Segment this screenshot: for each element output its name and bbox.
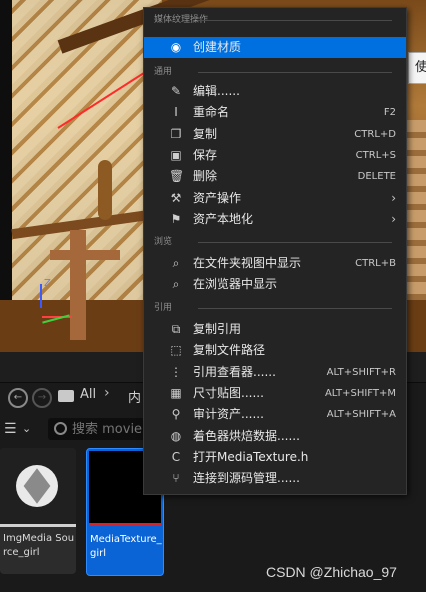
- breadcrumb-folder[interactable]: 内: [128, 387, 141, 406]
- chevron-right-icon: ›: [391, 190, 396, 205]
- source-control-icon: ⑂: [172, 471, 180, 486]
- menu-item[interactable]: ⌕ 在文件夹视图中显示 CTRL+B: [144, 253, 406, 274]
- menu-section-title: 浏览: [154, 237, 173, 247]
- menu-item[interactable]: ◉ 创建材质: [144, 37, 406, 58]
- menu-item[interactable]: ⧉ 复制引用: [144, 319, 406, 340]
- back-button[interactable]: ←: [8, 388, 28, 408]
- menu-item[interactable]: ⌕ 在浏览器中显示: [144, 274, 406, 295]
- menu-item[interactable]: ▣ 保存 CTRL+S: [144, 145, 406, 166]
- menu-item-label: 重命名: [193, 105, 230, 120]
- asset-label: MediaTexture_ girl: [90, 534, 162, 559]
- menu-item-label: 着色器烘焙数据......: [193, 428, 300, 443]
- context-menu: 媒体纹理操作 ◉ 创建材质通用 ✎ 编辑...... I 重命名 F2 ❐ 复制 CTRL+D ▣ 保存…: [143, 7, 407, 495]
- asset-type-bar: [89, 523, 161, 526]
- create-material-icon: ◉: [170, 40, 182, 54]
- trash-icon: 🗑: [169, 169, 185, 184]
- menu-item-label: 创建材质: [193, 40, 242, 54]
- menu-item[interactable]: ◍ 着色器烘焙数据......: [144, 426, 406, 447]
- menu-item-label: 在浏览器中显示: [193, 277, 278, 292]
- tooltip-fragment: 使: [408, 52, 426, 84]
- menu-item-shortcut: CTRL+D: [354, 128, 396, 140]
- forward-button[interactable]: →: [32, 388, 52, 408]
- wrench-icon: ⚒: [170, 190, 182, 205]
- menu-item-label: 打开MediaTexture.h: [193, 449, 309, 464]
- menu-divider: [198, 242, 392, 243]
- menu-divider: [198, 308, 392, 309]
- menu-item-shortcut: F2: [383, 107, 396, 119]
- folder-icon[interactable]: [58, 390, 74, 402]
- menu-item[interactable]: I 重命名 F2: [144, 102, 406, 123]
- menu-item-label: 复制引用: [193, 322, 242, 336]
- reference-viewer-icon: ⋮: [170, 364, 182, 379]
- pencil-icon: ✎: [170, 84, 182, 98]
- menu-item[interactable]: ⬚ 复制文件路径: [144, 340, 406, 361]
- menu-item-label: 在文件夹视图中显示: [193, 256, 302, 270]
- menu-item-shortcut: ALT+SHIFT+M: [324, 387, 396, 399]
- menu-section-header: 浏览: [144, 234, 406, 250]
- audit-icon: ⚲: [171, 407, 181, 422]
- menu-item[interactable]: ⑂ 连接到源码管理......: [144, 468, 406, 489]
- asset-tile-imgmedia-source[interactable]: ImgMedia Source_girl: [0, 448, 76, 574]
- menu-item-shortcut: ALT+SHIFT+R: [326, 366, 396, 378]
- watermark: CSDN @Zhichao_97: [266, 564, 397, 580]
- menu-item[interactable]: ❐ 复制 CTRL+D: [144, 124, 406, 145]
- menu-item[interactable]: ▦ 尺寸贴图...... ALT+SHIFT+M: [144, 383, 406, 404]
- menu-item[interactable]: C 打开MediaTexture.h: [144, 447, 406, 468]
- menu-item-shortcut: ALT+SHIFT+A: [326, 409, 396, 421]
- breadcrumb-all[interactable]: All: [80, 387, 96, 402]
- menu-item-label: 连接到源码管理......: [193, 471, 300, 486]
- menu-item-label: 复制: [193, 126, 218, 141]
- menu-item-label: 引用查看器......: [193, 364, 276, 379]
- copy-path-icon: ⬚: [170, 343, 182, 358]
- menu-section-header: 通用: [144, 64, 406, 80]
- menu-section-title: 引用: [154, 303, 173, 313]
- menu-item-shortcut: DELETE: [357, 171, 396, 183]
- menu-item-label: 审计资产......: [193, 407, 264, 422]
- rename-icon: I: [174, 105, 178, 120]
- asset-label: ImgMedia Source_girl: [3, 533, 75, 558]
- menu-item[interactable]: ⋮ 引用查看器...... ALT+SHIFT+R: [144, 362, 406, 383]
- chevron-down-icon[interactable]: ⌄: [22, 422, 31, 435]
- menu-item[interactable]: ⚲ 审计资产...... ALT+SHIFT+A: [144, 404, 406, 425]
- chevron-right-icon: ›: [104, 385, 110, 401]
- menu-item[interactable]: 🗑 删除 DELETE: [144, 166, 406, 187]
- menu-item-label: 资产本地化: [193, 211, 254, 226]
- menu-item-label: 编辑......: [193, 84, 240, 98]
- size-map-icon: ▦: [170, 385, 182, 400]
- menu-item-label: 尺寸贴图......: [193, 385, 264, 400]
- chevron-right-icon: ›: [391, 211, 396, 226]
- menu-section-header: 引用: [144, 300, 406, 316]
- duplicate-icon: ❐: [170, 126, 182, 141]
- flag-icon: ⚑: [170, 211, 182, 226]
- menu-item-label: 复制文件路径: [193, 343, 266, 358]
- menu-section-header: 媒体纹理操作: [144, 12, 406, 28]
- search-icon: [54, 422, 67, 435]
- menu-item[interactable]: ⚑ 资产本地化 ›: [144, 209, 406, 230]
- menu-item-shortcut: CTRL+S: [355, 149, 396, 161]
- menu-item-label: 保存: [193, 147, 218, 162]
- menu-item-shortcut: CTRL+B: [355, 258, 396, 269]
- menu-section-title: 通用: [154, 67, 173, 77]
- menu-divider: [198, 20, 392, 21]
- folder-search-icon: ⌕: [172, 256, 180, 270]
- save-icon: ▣: [170, 147, 182, 162]
- menu-item-label: 删除: [193, 169, 218, 184]
- shader-icon: ◍: [170, 428, 182, 443]
- copy-reference-icon: ⧉: [171, 322, 181, 336]
- menu-item[interactable]: ⚒ 资产操作 ›: [144, 188, 406, 209]
- filter-icon[interactable]: ☰: [4, 422, 18, 436]
- menu-divider: [198, 72, 392, 73]
- menu-item-label: 资产操作: [193, 190, 242, 205]
- menu-item[interactable]: ✎ 编辑......: [144, 81, 406, 102]
- cpp-file-icon: C: [171, 449, 181, 464]
- browser-search-icon: ⌕: [172, 277, 180, 292]
- asset-type-bar: [0, 524, 76, 527]
